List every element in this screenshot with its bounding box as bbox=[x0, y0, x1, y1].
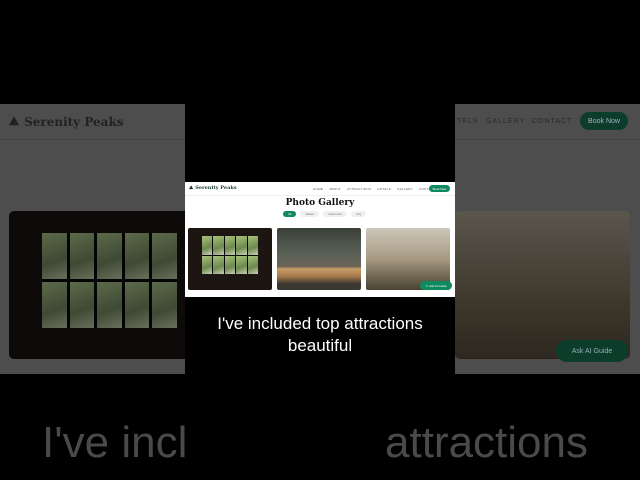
gallery-photo-forest-deck[interactable] bbox=[277, 228, 361, 290]
gallery-photo-window[interactable] bbox=[188, 228, 272, 290]
gallery-filters: All Nature Adventure City bbox=[283, 211, 367, 217]
bg-brand: Serenity Peaks bbox=[24, 114, 124, 129]
caption-line-1: I've included top attractions bbox=[217, 314, 423, 333]
nav-hotels[interactable]: HOTELS bbox=[377, 187, 391, 191]
video-caption: I've included top attractions beautiful bbox=[185, 313, 455, 357]
mountain-icon: ⛰ bbox=[9, 114, 20, 128]
nav-home[interactable]: HOME bbox=[313, 187, 323, 191]
bg-nav-item: CONTACT bbox=[532, 118, 573, 125]
mountain-icon: ⛰ bbox=[189, 185, 194, 191]
filter-all[interactable]: All bbox=[283, 211, 297, 217]
filter-city[interactable]: City bbox=[351, 211, 367, 217]
caption-line-2: beautiful bbox=[287, 336, 353, 355]
ai-button-label: Ask AI Guide bbox=[429, 283, 447, 288]
page-title: Photo Gallery bbox=[285, 198, 355, 208]
ask-ai-guide-button[interactable]: ✦ Ask AI Guide bbox=[420, 281, 452, 290]
bg-ai-button: Ask AI Guide bbox=[556, 340, 628, 362]
site-header: ⛰ Serenity Peaks HOME ABOUT ATTRACTIONS H… bbox=[185, 182, 455, 196]
nav-about[interactable]: ABOUT bbox=[329, 187, 341, 191]
filter-adventure[interactable]: Adventure bbox=[323, 211, 348, 217]
nav-gallery[interactable]: GALLERY bbox=[397, 187, 413, 191]
bg-logo: ⛰ Serenity Peaks bbox=[9, 114, 124, 129]
bg-book-button: Book Now bbox=[580, 112, 628, 130]
blurred-caption-left: I've incl bbox=[42, 418, 188, 467]
nav-attractions[interactable]: ATTRACTIONS bbox=[347, 187, 371, 191]
book-now-button[interactable]: Book Now bbox=[429, 185, 450, 192]
bg-window-photo bbox=[9, 211, 199, 359]
main-nav: HOME ABOUT ATTRACTIONS HOTELS GALLERY CO… bbox=[313, 187, 435, 191]
blurred-caption-right: attractions bbox=[385, 418, 588, 467]
website-preview: ⛰ Serenity Peaks HOME ABOUT ATTRACTIONS H… bbox=[185, 182, 455, 297]
bg-grass-photo bbox=[455, 211, 630, 359]
sparkle-icon: ✦ bbox=[425, 283, 429, 288]
brand-name: Serenity Peaks bbox=[195, 185, 237, 191]
filter-nature[interactable]: Nature bbox=[300, 211, 320, 217]
bg-nav-item: TELS bbox=[457, 118, 479, 125]
bg-nav-item: GALLERY bbox=[486, 118, 526, 125]
blurred-caption: I've incl attractions bbox=[0, 418, 640, 468]
logo[interactable]: ⛰ Serenity Peaks bbox=[189, 185, 237, 191]
